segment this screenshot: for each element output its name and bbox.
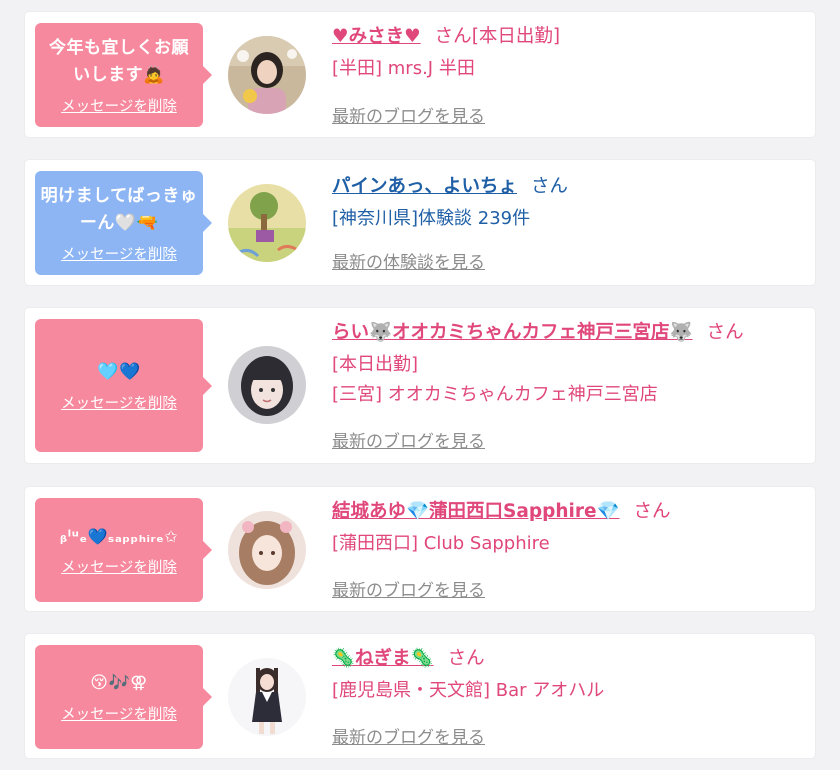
member-name-link[interactable]: パインあっ、よいちょ [332, 176, 517, 197]
avatar[interactable] [228, 36, 306, 114]
delete-message-link[interactable]: メッセージを削除 [61, 243, 177, 264]
message-text: 明けましてばっきゅーん🤍🔫 [40, 185, 198, 233]
latest-blog-link[interactable]: 最新のブログを見る [332, 576, 485, 601]
member-name-link[interactable]: ♥みさき♥ [332, 26, 421, 47]
delete-message-link[interactable]: メッセージを削除 [61, 556, 177, 577]
latest-blog-link[interactable]: 最新のブログを見る [332, 102, 485, 127]
message-text: 🩵💙 [97, 361, 141, 382]
shop-info: [半田] mrs.J 半田 [332, 58, 475, 79]
member-name-link[interactable]: 結城あゆ💎蒲田西口Sapphire💎 [332, 501, 620, 522]
member-name-link[interactable]: らい🐺オオカミちゃんカフェ神戸三宮店🐺 [332, 322, 693, 343]
list-item: 明けましてばっきゅーん🤍🔫 メッセージを削除 パインあっ、よいちょ さん [神奈川… [25, 160, 815, 285]
message-bubble: 今年も宜しくお願いします🙇 メッセージを削除 [35, 23, 212, 127]
message-bubble: 🩵💙 メッセージを削除 [35, 319, 212, 452]
status-badge: [本日出勤] [471, 26, 561, 47]
avatar[interactable] [228, 511, 306, 589]
list-item: 今年も宜しくお願いします🙇 メッセージを削除 ♥みさき♥ さん[本日出勤] [半田… [25, 12, 815, 137]
honorific: さん [447, 648, 485, 669]
delete-message-link[interactable]: メッセージを削除 [61, 392, 177, 413]
item-info: らい🐺オオカミちゃんカフェ神戸三宮店🐺 さん [本日出勤] [三宮] オオカミちゃ… [332, 320, 801, 408]
message-text: 😚🎶⚢ [90, 673, 148, 693]
latest-blog-link[interactable]: 最新のブログを見る [332, 723, 485, 748]
shop-info: [蒲田西口] Club Sapphire [332, 533, 550, 554]
message-text: 今年も宜しくお願いします🙇 [49, 37, 189, 85]
item-info: ♥みさき♥ さん[本日出勤] [半田] mrs.J 半田 [332, 24, 801, 82]
delete-message-link[interactable]: メッセージを削除 [61, 95, 177, 116]
item-info: パインあっ、よいちょ さん [神奈川県]体験談 239件 [332, 174, 801, 232]
list-item: 🩵💙 メッセージを削除 らい🐺オオカミちゃんカフェ神戸三宮店🐺 さん [本日出勤]… [25, 308, 815, 463]
avatar[interactable] [228, 658, 306, 736]
latest-blog-link[interactable]: 最新のブログを見る [332, 427, 485, 452]
avatar[interactable] [228, 346, 306, 424]
honorific: さん [531, 176, 569, 197]
review-info: [神奈川県]体験談 239件 [332, 208, 531, 229]
list-item: ᵦˡᵘₑ💙ₛₐₚₚₕᵢᵣₑ✩ メッセージを削除 結城あゆ💎蒲田西口Sapphir… [25, 487, 815, 611]
latest-review-link[interactable]: 最新の体験談を見る [332, 248, 485, 273]
message-bubble: ᵦˡᵘₑ💙ₛₐₚₚₕᵢᵣₑ✩ メッセージを削除 [35, 498, 212, 602]
item-info: 結城あゆ💎蒲田西口Sapphire💎 さん [蒲田西口] Club Sapphir… [332, 499, 801, 557]
delete-message-link[interactable]: メッセージを削除 [61, 703, 177, 724]
message-list: 今年も宜しくお願いします🙇 メッセージを削除 ♥みさき♥ さん[本日出勤] [半田… [0, 0, 840, 770]
list-item: 😚🎶⚢ メッセージを削除 🦠ねぎま🦠 さん [鹿児島県・天文館] Bar アオハル [25, 634, 815, 758]
message-text: ᵦˡᵘₑ💙ₛₐₚₚₕᵢᵣₑ✩ [59, 527, 179, 546]
avatar[interactable] [228, 184, 306, 262]
message-bubble: 明けましてばっきゅーん🤍🔫 メッセージを削除 [35, 171, 212, 275]
message-bubble: 😚🎶⚢ メッセージを削除 [35, 645, 212, 749]
item-info: 🦠ねぎま🦠 さん [鹿児島県・天文館] Bar アオハル [332, 646, 801, 704]
member-name-link[interactable]: 🦠ねぎま🦠 [332, 648, 434, 669]
status-badge: [本日出勤] [332, 354, 419, 375]
shop-info: [三宮] オオカミちゃんカフェ神戸三宮店 [332, 384, 658, 405]
shop-info: [鹿児島県・天文館] Bar アオハル [332, 680, 605, 701]
honorific: さん [706, 322, 744, 343]
honorific: さん [434, 26, 472, 47]
honorific: さん [633, 501, 671, 522]
